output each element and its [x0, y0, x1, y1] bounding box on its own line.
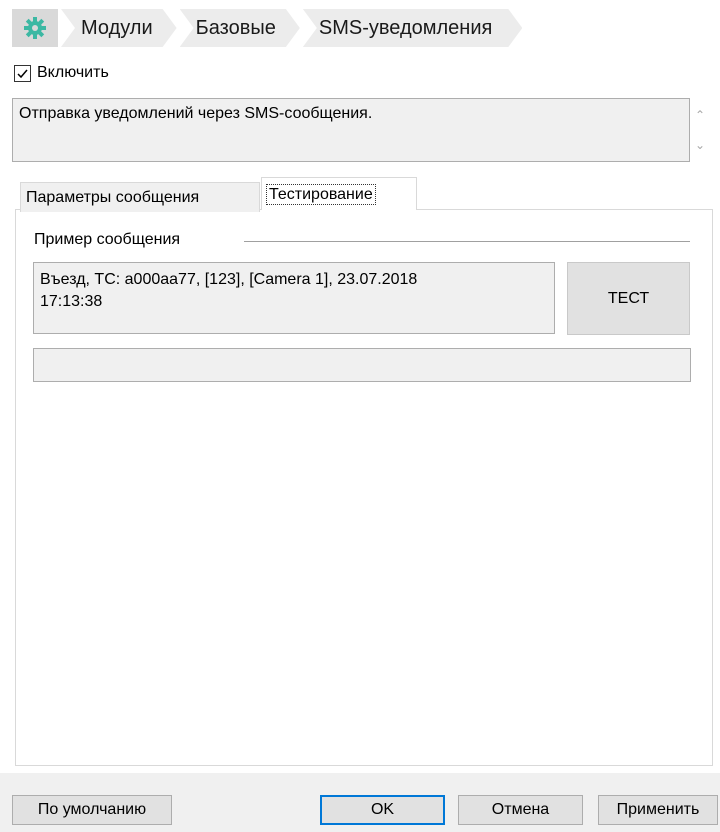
test-button[interactable]: ТЕСТ — [567, 262, 690, 335]
tab-testing[interactable]: Тестирование — [261, 177, 417, 210]
breadcrumb-item-basic[interactable]: Базовые — [180, 9, 300, 47]
test-result-field[interactable] — [33, 348, 691, 382]
scroll-down-icon[interactable]: ⌄ — [695, 138, 705, 152]
enable-checkbox[interactable] — [14, 64, 31, 82]
sample-message-field[interactable]: Въезд, ТС: а000аа77, [123], [Camera 1], … — [33, 262, 555, 334]
group-label-message-example: Пример сообщения — [34, 231, 191, 249]
breadcrumb-item-sms[interactable]: SMS-уведомления — [303, 9, 522, 47]
enable-label: Включить — [37, 64, 109, 81]
settings-button[interactable] — [12, 9, 58, 47]
breadcrumb-item-modules[interactable]: Модули — [61, 9, 177, 47]
description-text: Отправка уведомлений через SMS-сообщения… — [19, 105, 373, 122]
description-scrollbar[interactable]: ⌃ ⌄ — [691, 98, 713, 162]
checkmark-icon — [17, 69, 28, 78]
tab-testing-label: Тестирование — [266, 183, 376, 205]
ok-button[interactable]: OK — [320, 795, 445, 825]
breadcrumb: Модули Базовые SMS-уведомления — [12, 9, 522, 47]
scroll-up-icon[interactable]: ⌃ — [695, 108, 705, 122]
default-button[interactable]: По умолчанию — [12, 795, 172, 825]
apply-button[interactable]: Применить — [598, 795, 718, 825]
cancel-button[interactable]: Отмена — [458, 795, 583, 825]
tab-message-params-label: Параметры сообщения — [26, 188, 200, 206]
gear-icon — [24, 17, 46, 39]
tab-message-params[interactable]: Параметры сообщения — [20, 182, 260, 212]
sample-message-line-1: Въезд, ТС: а000аа77, [123], [Camera 1], … — [40, 271, 418, 288]
group-divider — [244, 241, 690, 242]
sample-message-line-2: 17:13:38 — [40, 293, 103, 310]
enable-checkbox-row[interactable]: Включить — [14, 64, 109, 82]
description-box[interactable]: Отправка уведомлений через SMS-сообщения… — [12, 98, 690, 162]
